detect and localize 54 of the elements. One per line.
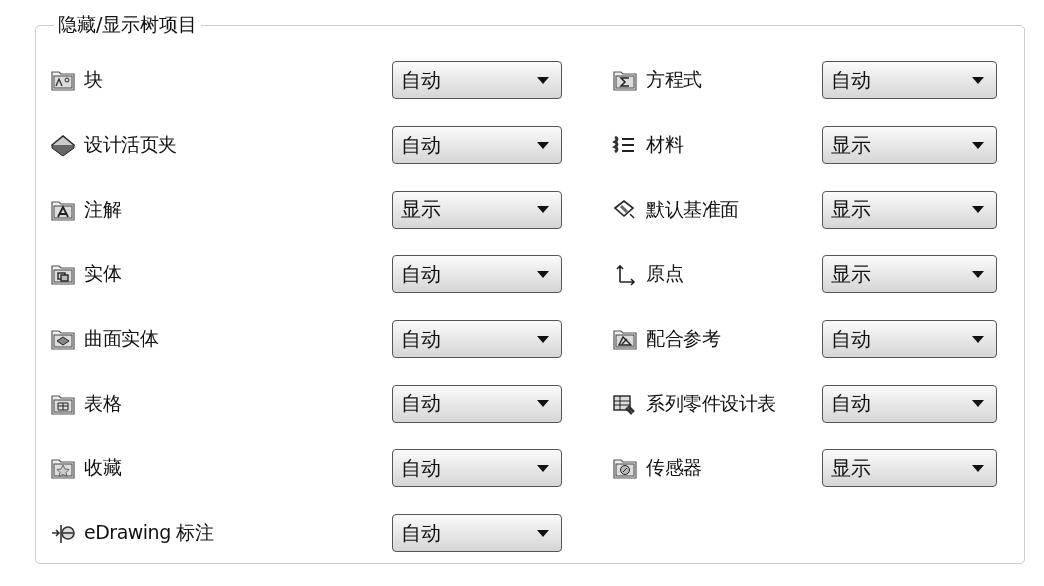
caret-icon	[537, 529, 549, 537]
option-label: 曲面实体	[84, 326, 158, 352]
caret-icon	[537, 141, 549, 149]
option-label: 设计活页夹	[84, 132, 177, 158]
option-label: 系列零件设计表	[646, 390, 776, 416]
dropdown[interactable]: 自动	[392, 449, 562, 488]
group-title: 隐藏/显示树项目	[57, 12, 199, 37]
dropdown[interactable]: 自动	[392, 384, 562, 423]
dropdown[interactable]: 自动	[392, 514, 562, 553]
dropdown[interactable]: 自动	[392, 255, 562, 294]
sigma-folder-icon	[612, 68, 638, 93]
dropdown[interactable]: 自动	[392, 126, 562, 165]
dropdown[interactable]: 显示	[822, 190, 997, 229]
book-icon	[50, 133, 76, 158]
caret-icon	[537, 464, 549, 472]
option-label: 块	[84, 67, 103, 93]
dropdown[interactable]: 自动	[822, 384, 997, 423]
dropdown[interactable]: 自动	[392, 320, 562, 359]
solid-folder-icon	[50, 262, 76, 287]
option-label: 收藏	[84, 455, 121, 481]
option-label: 原点	[646, 261, 683, 287]
block-folder-icon	[50, 68, 76, 93]
dropdown[interactable]: 自动	[822, 320, 997, 359]
surface-folder-icon	[50, 327, 76, 352]
caret-icon	[972, 270, 984, 278]
option-label: 注解	[84, 196, 121, 222]
option-label: 表格	[84, 390, 121, 416]
caret-icon	[537, 206, 549, 214]
caret-icon	[537, 400, 549, 408]
caret-icon	[972, 141, 984, 149]
option-label: 材料	[646, 132, 683, 158]
dropdown[interactable]: 显示	[822, 126, 997, 165]
sensor-folder-icon	[612, 456, 638, 481]
caret-icon	[537, 76, 549, 84]
caret-icon	[537, 335, 549, 343]
dropdown[interactable]: 显示	[822, 449, 997, 488]
caret-icon	[537, 270, 549, 278]
caret-icon	[972, 206, 984, 214]
option-label: eDrawing 标注	[84, 520, 214, 546]
dropdown[interactable]: 自动	[822, 61, 997, 100]
option-label: 配合参考	[646, 326, 720, 352]
mate-folder-icon	[612, 327, 638, 352]
caret-icon	[972, 400, 984, 408]
dropdown[interactable]: 自动	[392, 61, 562, 100]
dropdown[interactable]: 显示	[392, 190, 562, 229]
caret-icon	[972, 76, 984, 84]
option-label: 传感器	[646, 455, 702, 481]
option-label: 实体	[84, 261, 121, 287]
option-label: 方程式	[646, 67, 702, 93]
caret-icon	[972, 464, 984, 472]
star-folder-icon	[50, 456, 76, 481]
caret-icon	[972, 335, 984, 343]
option-label: 默认基准面	[646, 196, 739, 222]
dropdown[interactable]: 显示	[822, 255, 997, 294]
